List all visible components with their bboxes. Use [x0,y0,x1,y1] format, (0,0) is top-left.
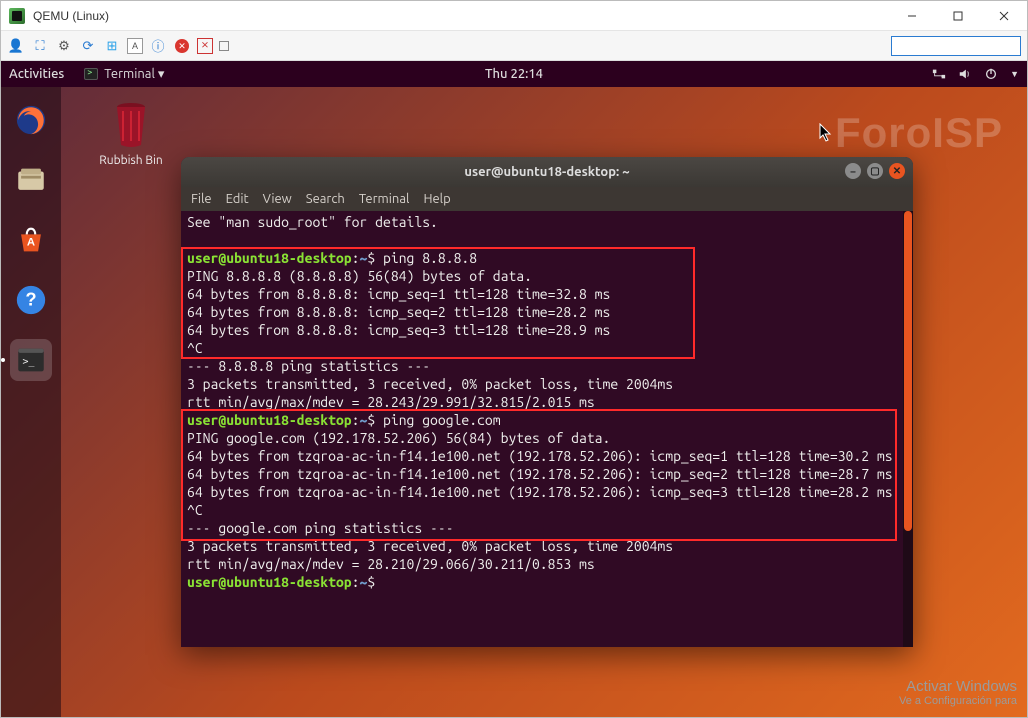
term-cmd: ping 8.8.8.8 [375,250,477,266]
terminal-scrollbar[interactable] [903,211,913,647]
term-line: See "man sudo_root" for details. [187,214,438,230]
term-line: 3 packets transmitted, 3 received, 0% pa… [187,538,673,554]
terminal-minimize-button[interactable]: – [845,163,861,179]
terminal-title: user@ubuntu18-desktop: ~ [464,165,629,179]
term-line: 64 bytes from tzqroa-ac-in-f14.1e100.net… [187,448,893,464]
terminal-window: user@ubuntu18-desktop: ~ – ▢ ✕ File Edit… [181,157,913,647]
host-titlebar: QEMU (Linux) [1,1,1027,31]
power-icon [984,67,998,81]
activities-button[interactable]: Activities [9,67,64,81]
term-line: 64 bytes from 8.8.8.8: icmp_seq=3 ttl=12… [187,322,610,338]
qemu-toolbar-input[interactable] [891,36,1021,56]
gnome-topbar: Activities Terminal ▾ Thu 22:14 ▼ [1,61,1027,87]
host-minimize-button[interactable] [889,1,935,31]
scrollbar-thumb[interactable] [904,211,912,531]
term-line: 64 bytes from tzqroa-ac-in-f14.1e100.net… [187,484,893,500]
term-line: 64 bytes from 8.8.8.8: icmp_seq=1 ttl=12… [187,286,610,302]
svg-text:A: A [27,237,35,249]
menu-view[interactable]: View [263,192,292,206]
host-window-title: QEMU (Linux) [33,9,109,23]
term-line: ^C [187,340,203,356]
term-line: --- google.com ping statistics --- [187,520,454,536]
terminal-menubar: File Edit View Search Terminal Help [181,187,913,211]
toolbar-placeholder-icon [219,41,229,51]
term-line: 3 packets transmitted, 3 received, 0% pa… [187,376,673,392]
term-line: rtt min/avg/max/mdev = 28.210/29.066/30.… [187,556,595,572]
terminal-close-button[interactable]: ✕ [889,163,905,179]
terminal-icon [84,68,98,80]
qemu-app-icon [9,8,25,24]
qemu-toolbar: 👤 ⛶ ⚙ ⟳ ⊞ A ⓘ ✕ ⨯ [1,31,1027,61]
clock[interactable]: Thu 22:14 [485,67,543,81]
settings-icon[interactable]: ⚙ [55,37,73,55]
desktop-trash-label: Rubbish Bin [91,154,171,167]
dock-files[interactable] [10,159,52,201]
desktop-trash[interactable]: Rubbish Bin [91,101,171,167]
host-close-button[interactable] [981,1,1027,31]
user-icon[interactable]: 👤 [7,37,25,55]
fullscreen-icon[interactable]: ⛶ [31,37,49,55]
prompt-user: user@ubuntu18-desktop [187,574,352,590]
info-icon[interactable]: ⓘ [149,37,167,55]
activate-sub: Ve a Configuración para [899,695,1017,707]
term-line: PING google.com (192.178.52.206) 56(84) … [187,430,610,446]
windows-icon[interactable]: ⊞ [103,37,121,55]
windows-activation-watermark: Activar Windows Ve a Configuración para [899,678,1017,707]
dock-firefox[interactable] [10,99,52,141]
app-menu-button[interactable]: Terminal ▾ [84,67,164,82]
ubuntu-desktop: Activities Terminal ▾ Thu 22:14 ▼ ForoIS… [1,61,1027,717]
term-line: 64 bytes from 8.8.8.8: icmp_seq=2 ttl=12… [187,304,610,320]
menu-file[interactable]: File [191,192,212,206]
system-tray[interactable]: ▼ [932,67,1019,81]
stop-icon[interactable]: ✕ [173,37,191,55]
chevron-down-icon: ▼ [1010,69,1019,79]
menu-edit[interactable]: Edit [226,192,249,206]
volume-icon [958,67,972,81]
app-menu-label: Terminal ▾ [104,67,164,82]
watermark-text: ForoISP [835,109,1003,157]
menu-terminal[interactable]: Terminal [359,192,410,206]
terminal-maximize-button[interactable]: ▢ [867,163,883,179]
menu-search[interactable]: Search [306,192,345,206]
svg-text:>_: >_ [23,356,35,367]
dock-terminal[interactable]: >_ [10,339,52,381]
term-line: 64 bytes from tzqroa-ac-in-f14.1e100.net… [187,466,893,482]
dock: A ? >_ [1,87,61,717]
drive-a-icon[interactable]: A [127,38,143,54]
dock-help[interactable]: ? [10,279,52,321]
term-line: --- 8.8.8.8 ping statistics --- [187,358,430,374]
activate-title: Activar Windows [899,678,1017,695]
prompt-user: user@ubuntu18-desktop [187,412,352,428]
term-line: rtt min/avg/max/mdev = 28.243/29.991/32.… [187,394,595,410]
terminal-body[interactable]: See "man sudo_root" for details. user@ub… [181,211,913,647]
mouse-cursor-icon [819,123,833,143]
svg-text:?: ? [25,289,36,310]
qemu-window: QEMU (Linux) 👤 ⛶ ⚙ ⟳ ⊞ A ⓘ ✕ ⨯ Activitie… [0,0,1028,718]
prompt-user: user@ubuntu18-desktop [187,250,352,266]
terminal-titlebar[interactable]: user@ubuntu18-desktop: ~ – ▢ ✕ [181,157,913,187]
menu-help[interactable]: Help [423,192,450,206]
term-cmd: ping google.com [375,412,500,428]
dock-software[interactable]: A [10,219,52,261]
exit-icon[interactable]: ⨯ [197,38,213,54]
term-line: PING 8.8.8.8 (8.8.8.8) 56(84) bytes of d… [187,268,532,284]
term-line: ^C [187,502,203,518]
network-icon [932,67,946,81]
refresh-icon[interactable]: ⟳ [79,37,97,55]
host-maximize-button[interactable] [935,1,981,31]
